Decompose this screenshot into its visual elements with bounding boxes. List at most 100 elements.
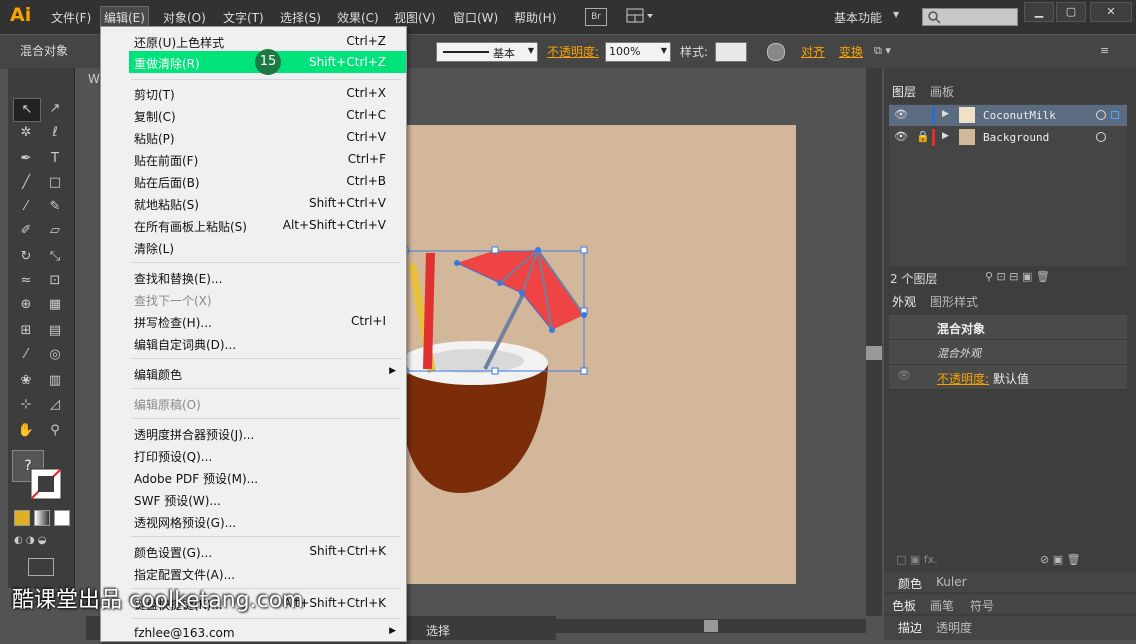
tab-brushes[interactable]: 画笔	[930, 597, 954, 614]
menu-item-paste-in-back[interactable]: 贴在后面(B) Ctrl+B	[101, 170, 406, 192]
expand-triangle-icon[interactable]: ▶	[942, 109, 949, 119]
selection-tool-icon[interactable]: ↖	[13, 98, 41, 122]
mesh-tool-icon[interactable]: ⊞	[13, 320, 39, 342]
clear-appearance-icon[interactable]: ⊘ ▣ 🗑	[1040, 553, 1081, 566]
eye-icon[interactable]: 👁	[897, 369, 911, 382]
layer-name[interactable]: CoconutMilk	[983, 109, 1056, 122]
maximize-button[interactable]: ▢	[1056, 2, 1086, 22]
free-transform-tool-icon[interactable]: ⊡	[42, 270, 68, 292]
layer-row[interactable]: 👁 ▶ CoconutMilk	[889, 105, 1127, 126]
menu-item-assign-profile[interactable]: 指定配置文件(A)...	[101, 562, 406, 584]
menu-item-paste[interactable]: 粘贴(P) Ctrl+V	[101, 126, 406, 148]
tab-stroke[interactable]: 描边	[898, 619, 922, 636]
transform-link[interactable]: 变换	[839, 43, 863, 60]
target-icon[interactable]	[1096, 110, 1106, 120]
menu-view[interactable]: 视图(V)	[394, 9, 436, 26]
direct-selection-tool-icon[interactable]: ↗	[42, 98, 68, 120]
rotate-tool-icon[interactable]: ↻	[13, 246, 39, 268]
target-icon[interactable]	[1096, 132, 1106, 142]
menu-item-print-presets[interactable]: 打印预设(Q)...	[101, 444, 406, 466]
slice-tool-icon[interactable]: ◿	[42, 394, 68, 416]
appearance-opacity-link[interactable]: 不透明度:	[937, 370, 989, 387]
document-tab[interactable]: W	[88, 72, 100, 86]
blob-brush-tool-icon[interactable]: ✐	[13, 220, 39, 242]
menu-item-paste-all-artboards[interactable]: 在所有画板上粘贴(S) Alt+Shift+Ctrl+V	[101, 214, 406, 236]
menu-item-paste-in-place[interactable]: 就地粘贴(S) Shift+Ctrl+V	[101, 192, 406, 214]
menu-window[interactable]: 窗口(W)	[453, 9, 498, 26]
menu-effect[interactable]: 效果(C)	[337, 9, 379, 26]
appearance-actions-icons[interactable]: □ ▣ fx.	[896, 553, 938, 566]
pencil-tool-icon[interactable]: ✎	[42, 196, 68, 218]
hand-tool-icon[interactable]: ✋	[13, 420, 39, 442]
scroll-thumb[interactable]	[704, 620, 718, 632]
tab-graphic-styles[interactable]: 图形样式	[930, 293, 978, 310]
lock-icon[interactable]: 🔒	[916, 130, 930, 143]
eye-icon[interactable]: 👁	[894, 130, 908, 143]
align-link[interactable]: 对齐	[801, 43, 825, 60]
tab-appearance[interactable]: 外观	[892, 293, 916, 310]
menu-select[interactable]: 选择(S)	[280, 9, 321, 26]
menu-file[interactable]: 文件(F)	[51, 9, 91, 26]
workspace-dropdown-icon[interactable]: ▼	[893, 10, 899, 19]
tab-transparency[interactable]: 透明度	[936, 619, 972, 636]
line-tool-icon[interactable]: ╱	[13, 172, 39, 194]
lasso-tool-icon[interactable]: ℓ	[42, 122, 68, 144]
opacity-input[interactable]: 100% ▼	[605, 42, 671, 62]
isolate-icon[interactable]: ⧉ ▾	[874, 44, 891, 58]
shape-builder-tool-icon[interactable]: ⊕	[13, 294, 39, 316]
menu-item-edit-dictionary[interactable]: 编辑自定词典(D)...	[101, 332, 406, 354]
control-menu-icon[interactable]: ≡	[1100, 44, 1109, 57]
blend-tool-icon[interactable]: ◎	[42, 344, 68, 366]
tab-swatches[interactable]: 色板	[892, 597, 916, 614]
menu-item-perspective-presets[interactable]: 透视网格预设(G)...	[101, 510, 406, 532]
scroll-thumb[interactable]	[866, 346, 882, 360]
recolor-artwork-icon[interactable]	[767, 43, 785, 61]
minimize-button[interactable]: ▁	[1024, 2, 1054, 22]
menu-item-edit-colors[interactable]: 编辑颜色 ▶	[101, 362, 406, 384]
layer-row[interactable]: 👁 🔒 ▶ Background	[889, 127, 1127, 148]
selection-indicator[interactable]	[1111, 111, 1119, 119]
menu-object[interactable]: 对象(O)	[163, 9, 206, 26]
eye-icon[interactable]: 👁	[894, 108, 908, 121]
search-input[interactable]	[922, 8, 1018, 26]
layer-actions-icons[interactable]: ⚲ ⊡ ⊟ ▣ 🗑	[985, 270, 1050, 283]
column-graph-tool-icon[interactable]: ▥	[42, 370, 68, 392]
tab-layers[interactable]: 图层	[892, 83, 916, 100]
arrange-documents-icon[interactable]	[626, 8, 653, 24]
perspective-grid-tool-icon[interactable]: ▦	[42, 294, 68, 316]
close-button[interactable]: ✕	[1090, 2, 1132, 22]
symbol-sprayer-tool-icon[interactable]: ❀	[13, 370, 39, 392]
menu-item-account[interactable]: fzhlee@163.com ▶	[101, 622, 406, 644]
horizontal-scrollbar[interactable]	[556, 619, 866, 633]
menu-item-cut[interactable]: 剪切(T) Ctrl+X	[101, 82, 406, 104]
pen-tool-icon[interactable]: ✒	[13, 148, 39, 170]
current-tool-status[interactable]: 选择	[426, 622, 450, 639]
width-tool-icon[interactable]: ≈	[13, 270, 39, 292]
menu-item-paste-in-front[interactable]: 贴在前面(F) Ctrl+F	[101, 148, 406, 170]
type-tool-icon[interactable]: T	[42, 148, 68, 170]
zoom-tool-icon[interactable]: ⚲	[42, 420, 68, 442]
eyedropper-tool-icon[interactable]: ⁄	[13, 344, 39, 366]
menu-item-copy[interactable]: 复制(C) Ctrl+C	[101, 104, 406, 126]
eraser-tool-icon[interactable]: ▱	[42, 220, 68, 242]
drawing-modes-icon[interactable]: ◐ ◑ ◒	[14, 535, 66, 549]
layer-name[interactable]: Background	[983, 131, 1049, 144]
magic-wand-tool-icon[interactable]: ✲	[13, 122, 39, 144]
tab-color[interactable]: 颜色	[898, 575, 922, 592]
screen-mode-button[interactable]	[28, 558, 54, 576]
paintbrush-tool-icon[interactable]: ⁄	[13, 196, 39, 218]
graphic-style-swatch[interactable]	[715, 42, 747, 62]
stroke-swatch[interactable]	[30, 468, 62, 500]
scale-tool-icon[interactable]: ⤡	[42, 246, 68, 268]
menu-item-find-replace[interactable]: 查找和替换(E)...	[101, 266, 406, 288]
appearance-title-row[interactable]: 混合对象	[889, 315, 1127, 340]
tab-artboards[interactable]: 画板	[930, 83, 954, 100]
stroke-profile-select[interactable]: 基本 ▼	[436, 42, 538, 62]
menu-type[interactable]: 文字(T)	[223, 9, 264, 26]
expand-triangle-icon[interactable]: ▶	[942, 131, 949, 141]
color-mode-button[interactable]	[14, 510, 30, 526]
menu-item-pdf-presets[interactable]: Adobe PDF 预设(M)...	[101, 466, 406, 488]
menu-item-swf-presets[interactable]: SWF 预设(W)...	[101, 488, 406, 510]
menu-item-undo[interactable]: 还原(U)上色样式 Ctrl+Z	[101, 30, 406, 52]
bridge-button[interactable]: Br	[585, 8, 607, 26]
